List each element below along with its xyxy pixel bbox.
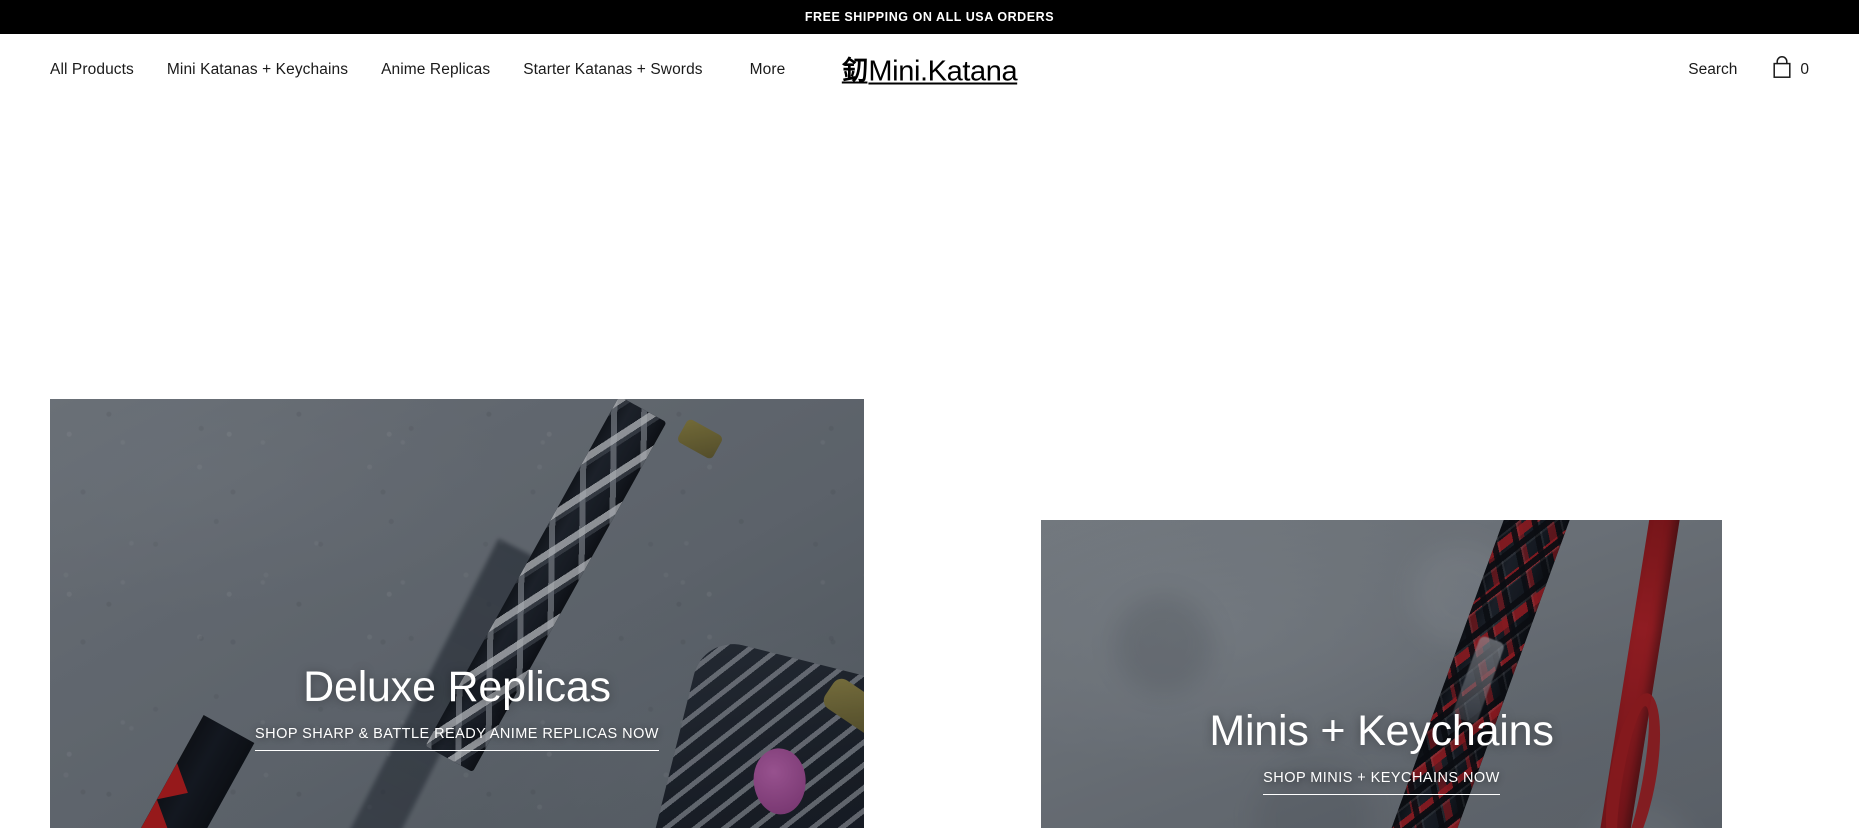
katana-kanji-logo-mark: 釖: [841, 56, 868, 87]
cart-item-count: 0: [1800, 61, 1809, 78]
nav-item-starter-katanas-swords[interactable]: Starter Katanas + Swords: [523, 61, 702, 79]
nav-item-all-products[interactable]: All Products: [50, 61, 134, 79]
header-actions: Search 0: [1688, 55, 1809, 85]
collection-title-minis-keychains: Minis + Keychains: [1209, 707, 1554, 755]
nav-item-more[interactable]: More: [750, 61, 786, 79]
collection-grid: Deluxe Replicas SHOP SHARP & BATTLE READ…: [0, 106, 1859, 828]
nav-item-mini-katanas-keychains[interactable]: Mini Katanas + Keychains: [167, 61, 348, 79]
cart-button[interactable]: 0: [1771, 55, 1809, 85]
collection-card-deluxe-replicas[interactable]: Deluxe Replicas SHOP SHARP & BATTLE READ…: [50, 399, 864, 828]
announcement-text: FREE SHIPPING ON ALL USA ORDERS: [804, 10, 1055, 24]
nav-item-anime-replicas[interactable]: Anime Replicas: [381, 61, 490, 79]
collection-card-minis-keychains[interactable]: Minis + Keychains SHOP MINIS + KEYCHAINS…: [1041, 520, 1722, 828]
collection-title-deluxe-replicas: Deluxe Replicas: [303, 663, 611, 711]
collection-cta-minis-keychains[interactable]: SHOP MINIS + KEYCHAINS NOW: [1263, 770, 1500, 796]
deluxe-replicas-caption: Deluxe Replicas SHOP SHARP & BATTLE READ…: [50, 663, 864, 752]
search-button[interactable]: Search: [1688, 61, 1737, 79]
primary-navigation: All Products Mini Katanas + Keychains An…: [50, 61, 785, 79]
brand-wordmark: Mini.Katana: [868, 55, 1018, 88]
site-header: All Products Mini Katanas + Keychains An…: [0, 34, 1859, 106]
brand-logo[interactable]: 釖 Mini.Katana: [841, 52, 1018, 89]
image-scrim-overlay: [50, 399, 864, 828]
minis-keychains-caption: Minis + Keychains SHOP MINIS + KEYCHAINS…: [1041, 707, 1722, 796]
shopping-bag-icon: [1771, 55, 1793, 85]
announcement-bar: FREE SHIPPING ON ALL USA ORDERS: [0, 0, 1859, 34]
deluxe-replicas-image: [50, 399, 864, 828]
collection-cta-deluxe-replicas[interactable]: SHOP SHARP & BATTLE READY ANIME REPLICAS…: [255, 726, 659, 752]
